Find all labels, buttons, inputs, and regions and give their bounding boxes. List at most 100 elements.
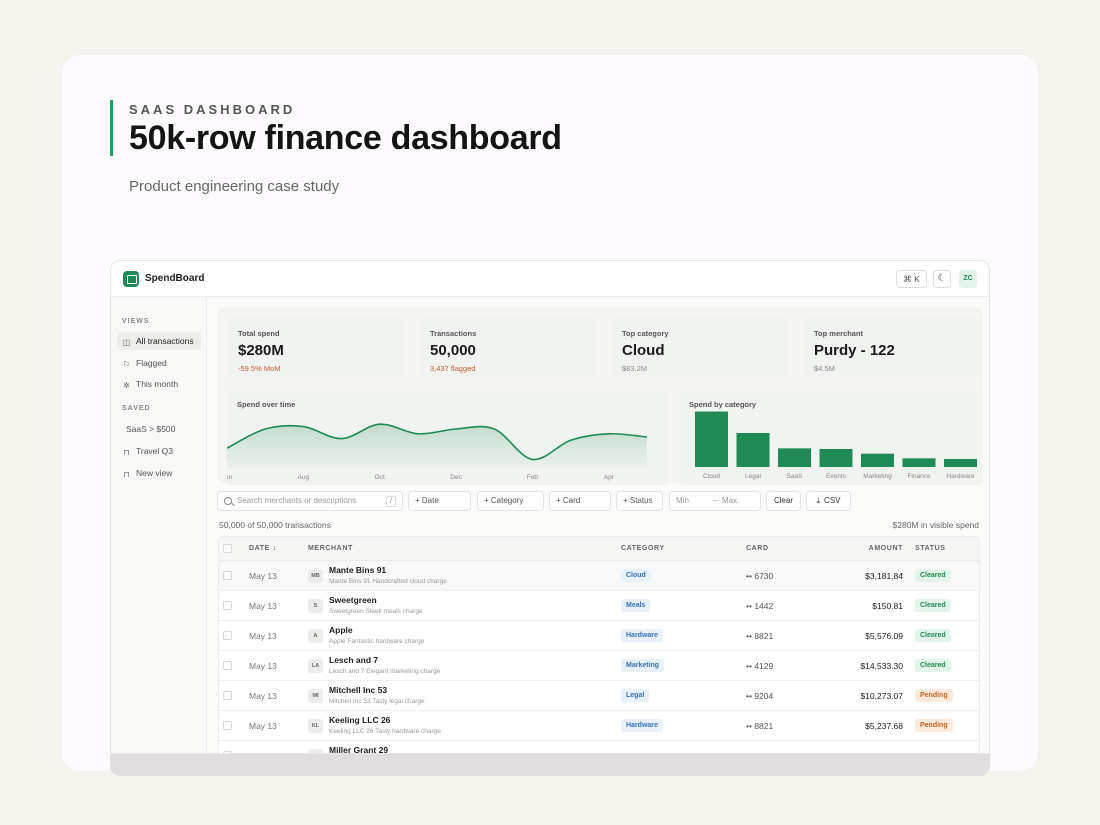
spend-area bbox=[227, 424, 647, 469]
merchant-avatar: KL bbox=[308, 719, 323, 733]
app-window: SpendBoard ⌘ K ☾ ZC VIEWS ◫ All transacti… bbox=[110, 260, 990, 754]
kpi-label: Transactions bbox=[430, 329, 477, 338]
status-badge: Pending bbox=[915, 689, 953, 702]
avatar[interactable]: ZC bbox=[959, 270, 977, 288]
command-palette-button[interactable]: ⌘ K bbox=[896, 270, 927, 288]
header-status[interactable]: STATUS bbox=[915, 545, 946, 552]
bar-events bbox=[819, 449, 853, 467]
kpi-value: Purdy - 122 bbox=[814, 342, 895, 359]
data-point bbox=[417, 433, 418, 434]
search-shortcut: / bbox=[386, 496, 396, 507]
merchant-name: Mitchell Inc 53 bbox=[329, 685, 388, 695]
row-checkbox[interactable] bbox=[223, 721, 232, 730]
header-merchant[interactable]: MERCHANT bbox=[308, 545, 353, 552]
category-tick-label: Cloud bbox=[703, 473, 720, 480]
merchant-avatar: A bbox=[308, 629, 323, 643]
merchant-description: Mante Bins 91 Handcrafted cloud charge bbox=[329, 578, 447, 585]
x-tick-label: Aug bbox=[298, 474, 310, 481]
merchant-avatar: MB bbox=[308, 569, 323, 583]
filter-toolbar: Search merchants or descriptions / + Dat… bbox=[217, 491, 983, 511]
row-checkbox[interactable] bbox=[223, 601, 232, 610]
merchant-name: Sweetgreen bbox=[329, 595, 377, 605]
header-amount[interactable]: AMOUNT bbox=[869, 545, 903, 552]
transactions-table: DATE ↓ MERCHANT CATEGORY CARD AMOUNT STA… bbox=[218, 536, 980, 753]
table-row[interactable]: May 13MGMiller Grant 29 bbox=[219, 741, 979, 753]
x-tick-label: Apr bbox=[604, 474, 615, 481]
category-badge: Meals bbox=[621, 599, 651, 612]
search-input[interactable]: Search merchants or descriptions / bbox=[217, 491, 403, 511]
bar-hardware bbox=[944, 459, 977, 467]
header-card[interactable]: CARD bbox=[746, 545, 769, 552]
table-row[interactable]: May 13 A Apple Apple Fantastic hardware cha… bbox=[219, 621, 979, 651]
sidebar-item-label: This month bbox=[136, 379, 179, 389]
theme-toggle-button[interactable]: ☾ bbox=[933, 270, 951, 288]
sidebar-section-saved: SAVED bbox=[122, 405, 151, 412]
kpi-value: $280M bbox=[238, 342, 284, 359]
header-date[interactable]: DATE ↓ bbox=[249, 545, 277, 552]
max-field[interactable]: Max bbox=[722, 492, 737, 510]
data-point bbox=[265, 428, 266, 429]
merchant-description: Mitchell Inc 53 Tasty legal charge bbox=[329, 698, 425, 705]
merchant-description: Lesch and 7 Elegant marketing charge bbox=[329, 668, 441, 675]
amount: $10,273.07 bbox=[860, 691, 903, 701]
table-row[interactable]: May 13 MI Mitchell Inc 53 Mitchell Inc 53 T… bbox=[219, 681, 979, 711]
sidebar-item-flagged[interactable]: ⚐ Flagged bbox=[117, 354, 201, 372]
kpi-total-spend: Total spend $280M -59.5% MoM bbox=[227, 317, 405, 377]
page-subtitle: Product engineering case study bbox=[129, 178, 340, 195]
table-row[interactable]: May 13 KL Keeling LLC 26 Keeling LLC 26 Tas… bbox=[219, 711, 979, 741]
data-point bbox=[341, 438, 342, 439]
select-all-checkbox[interactable] bbox=[223, 544, 232, 553]
sidebar-item-travel[interactable]: ⊓ Travel Q3 bbox=[117, 442, 201, 460]
row-checkbox[interactable] bbox=[223, 691, 232, 700]
table-row[interactable]: May 13 LA Lesch and 7 Lesch and 7 Elegant m… bbox=[219, 651, 979, 681]
brand-name: SpendBoard bbox=[145, 273, 205, 284]
row-checkbox[interactable] bbox=[223, 571, 232, 580]
flag-icon: ⚐ bbox=[122, 360, 131, 369]
status-filter-button[interactable]: + Status bbox=[616, 491, 663, 511]
category-tick-label: Legal bbox=[745, 473, 761, 480]
export-csv-button[interactable]: ⤓ CSV bbox=[806, 491, 851, 511]
table-row[interactable]: May 13 MB Mante Bins 91 Mante Bins 91 Handc… bbox=[219, 561, 979, 591]
date-filter-button[interactable]: + Date bbox=[408, 491, 471, 511]
kpi-sub: 3,437 flagged bbox=[430, 364, 476, 373]
category-tick-label: Finance bbox=[907, 473, 931, 480]
sidebar-item-label: Flagged bbox=[136, 358, 167, 368]
sidebar-item-saas[interactable]: SaaS > $500 bbox=[117, 420, 201, 438]
range-dash: – bbox=[713, 496, 718, 505]
sidebar-section-views: VIEWS bbox=[122, 318, 150, 325]
clear-button[interactable]: Clear bbox=[766, 491, 801, 511]
category-tick-label: Events bbox=[826, 473, 847, 480]
table-row[interactable]: May 13 S Sweetgreen Sweetgreen Sleek meals … bbox=[219, 591, 979, 621]
kpi-top-merchant: Top merchant Purdy - 122 $4.5M bbox=[803, 317, 981, 377]
merchant-name: Mante Bins 91 bbox=[329, 565, 387, 575]
merchant-name: Keeling LLC 26 bbox=[329, 715, 391, 725]
min-field[interactable]: Min bbox=[676, 492, 689, 510]
data-point bbox=[646, 436, 647, 437]
bookmark-icon: ⊓ bbox=[123, 470, 130, 479]
category-tick-label: Marketing bbox=[863, 473, 892, 480]
card-number: •• 6730 bbox=[746, 571, 774, 581]
card-filter-button[interactable]: + Card bbox=[549, 491, 611, 511]
row-checkbox[interactable] bbox=[223, 661, 232, 670]
overview-band: Total spend $280M -59.5% MoM Transaction… bbox=[217, 307, 983, 485]
sidebar-item-this-month[interactable]: ✲ This month bbox=[117, 375, 201, 393]
visible-spend: $280M in visible spend bbox=[892, 520, 979, 530]
card-number: •• 8821 bbox=[746, 721, 774, 731]
sidebar-item-all-transactions[interactable]: ◫ All transactions bbox=[117, 332, 201, 350]
row-checkbox[interactable] bbox=[223, 631, 232, 640]
header-category[interactable]: CATEGORY bbox=[621, 545, 665, 552]
status-badge: Cleared bbox=[915, 629, 951, 642]
sidebar-item-new-view[interactable]: ⊓ New view bbox=[117, 464, 201, 482]
merchant-description: Keeling LLC 26 Tasty hardware charge bbox=[329, 728, 441, 735]
card-number: •• 1442 bbox=[746, 601, 774, 611]
amount-range-input[interactable]: Min – Max bbox=[669, 491, 761, 511]
search-placeholder: Search merchants or descriptions bbox=[237, 496, 357, 505]
logo-icon bbox=[123, 271, 139, 287]
merchant-avatar: MI bbox=[308, 689, 323, 703]
amount: $3,181.84 bbox=[865, 571, 903, 581]
page-title: 50k-row finance dashboard bbox=[129, 119, 562, 157]
sidebar-item-label: Travel Q3 bbox=[136, 446, 174, 456]
spend-by-category-panel: Spend by category Cloud Legal SaaS Events Ma… bbox=[679, 391, 983, 485]
merchant-description: Sweetgreen Sleek meals charge bbox=[329, 608, 423, 615]
category-filter-button[interactable]: + Category bbox=[477, 491, 544, 511]
